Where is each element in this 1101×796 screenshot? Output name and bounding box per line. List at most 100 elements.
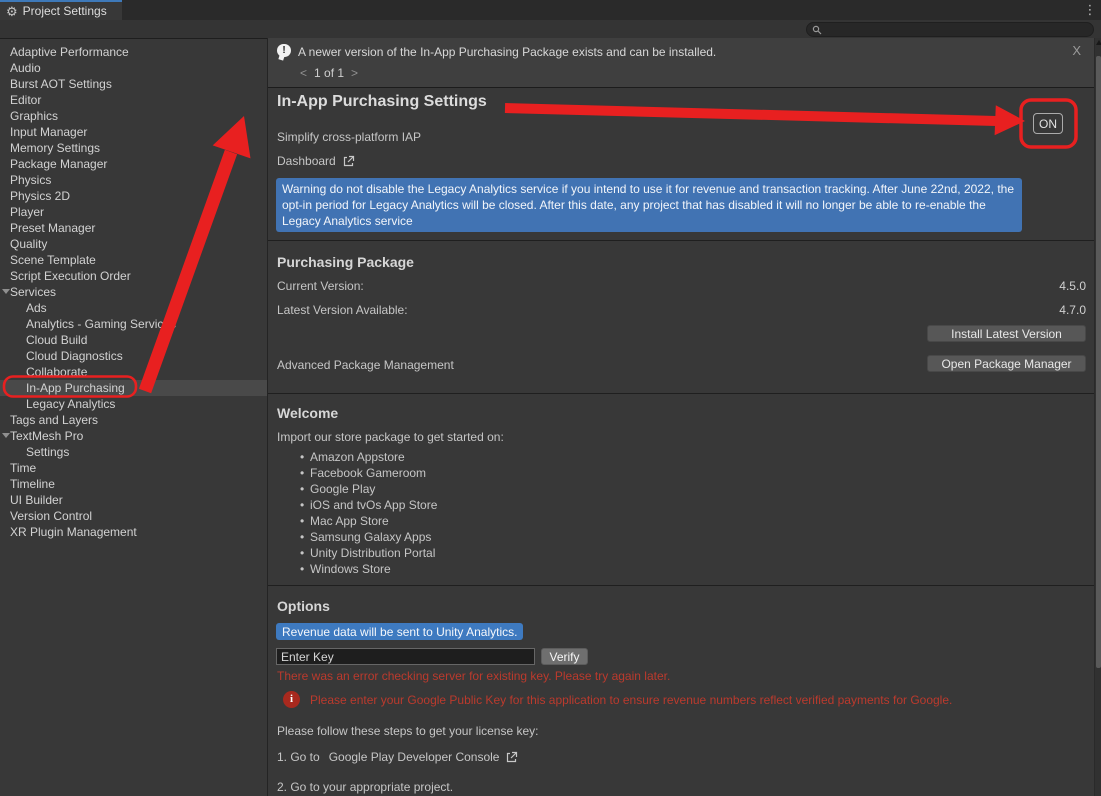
sidebar-item-graphics[interactable]: Graphics: [0, 108, 267, 124]
sidebar-item-xr-plugin-management[interactable]: XR Plugin Management: [0, 524, 267, 540]
foldout-expanded-icon[interactable]: [2, 289, 10, 294]
notification-alert-icon: !: [277, 44, 291, 57]
sidebar-item-legacy-analytics[interactable]: Legacy Analytics: [0, 396, 267, 412]
list-item: •Google Play: [300, 481, 437, 497]
sidebar-item-label: Collaborate: [0, 365, 87, 379]
list-item: •Facebook Gameroom: [300, 465, 437, 481]
bullet-icon: •: [300, 482, 310, 496]
external-link-icon: [342, 155, 355, 168]
google-key-input[interactable]: [276, 648, 535, 665]
store-name: Mac App Store: [310, 514, 389, 528]
list-item: •Amazon Appstore: [300, 449, 437, 465]
license-step-2: 2. Go to your appropriate project.: [277, 780, 453, 794]
sidebar-item-label: Script Execution Order: [0, 269, 131, 283]
sidebar-item-adaptive-performance[interactable]: Adaptive Performance: [0, 44, 267, 60]
foldout-expanded-icon[interactable]: [2, 433, 10, 438]
latest-version-value: 4.7.0: [1059, 303, 1086, 317]
gear-icon: ⚙: [6, 5, 18, 18]
notification-bar: ! A newer version of the In-App Purchasi…: [268, 38, 1094, 88]
sidebar-item-tags-and-layers[interactable]: Tags and Layers: [0, 412, 267, 428]
sidebar-item-player[interactable]: Player: [0, 204, 267, 220]
sidebar-item-label: Player: [0, 205, 44, 219]
sidebar-item-editor[interactable]: Editor: [0, 92, 267, 108]
sidebar-item-collaborate[interactable]: Collaborate: [0, 364, 267, 380]
scroll-up-icon[interactable]: [1096, 40, 1101, 45]
sidebar-item-package-manager[interactable]: Package Manager: [0, 156, 267, 172]
external-link-icon: [505, 751, 518, 764]
notification-pager: < 1 of 1 >: [300, 66, 358, 80]
sidebar-item-label: Physics: [0, 173, 51, 187]
sidebar-item-scene-template[interactable]: Scene Template: [0, 252, 267, 268]
section-title-welcome: Welcome: [277, 405, 338, 421]
vertical-scrollbar[interactable]: [1094, 38, 1101, 796]
tab-project-settings[interactable]: ⚙ Project Settings: [0, 0, 122, 20]
section-title-purchasing-package: Purchasing Package: [277, 254, 414, 270]
sidebar-item-label: Adaptive Performance: [0, 45, 129, 59]
sidebar-item-version-control[interactable]: Version Control: [0, 508, 267, 524]
sidebar-item-quality[interactable]: Quality: [0, 236, 267, 252]
dashboard-link[interactable]: Dashboard: [277, 154, 355, 168]
sidebar-item-label: Time: [0, 461, 36, 475]
sidebar-item-label: Preset Manager: [0, 221, 95, 235]
kebab-menu-icon[interactable]: ⋮: [1083, 2, 1097, 18]
sidebar-item-audio[interactable]: Audio: [0, 60, 267, 76]
store-name: Samsung Galaxy Apps: [310, 530, 431, 544]
sidebar-item-ads[interactable]: Ads: [0, 300, 267, 316]
sidebar-item-label: Tags and Layers: [0, 413, 98, 427]
bullet-icon: •: [300, 546, 310, 560]
sidebar-item-label: Editor: [0, 93, 41, 107]
sidebar-item-in-app-purchasing[interactable]: In-App Purchasing: [0, 380, 267, 396]
iap-enable-toggle[interactable]: ON: [1033, 113, 1063, 134]
sidebar-item-analytics-gaming-services[interactable]: Analytics - Gaming Services: [0, 316, 267, 332]
sidebar-item-label: Legacy Analytics: [0, 397, 115, 411]
bullet-icon: •: [300, 450, 310, 464]
open-package-manager-button[interactable]: Open Package Manager: [927, 355, 1086, 372]
sidebar-item-label: Analytics - Gaming Services: [0, 317, 176, 331]
sidebar-item-preset-manager[interactable]: Preset Manager: [0, 220, 267, 236]
bullet-icon: •: [300, 530, 310, 544]
bullet-icon: •: [300, 466, 310, 480]
list-item: •Windows Store: [300, 561, 437, 577]
sidebar-item-label: Quality: [0, 237, 47, 251]
sidebar-item-burst-aot-settings[interactable]: Burst AOT Settings: [0, 76, 267, 92]
sidebar-item-label: Version Control: [0, 509, 92, 523]
search-input[interactable]: [822, 24, 1082, 36]
pager-next-button[interactable]: >: [351, 66, 358, 80]
page-title: In-App Purchasing Settings: [277, 93, 487, 111]
install-latest-version-button[interactable]: Install Latest Version: [927, 325, 1086, 342]
sidebar-item-script-execution-order[interactable]: Script Execution Order: [0, 268, 267, 284]
sidebar-item-services[interactable]: Services: [0, 284, 267, 300]
close-icon[interactable]: X: [1072, 43, 1081, 58]
latest-version-label: Latest Version Available:: [277, 303, 408, 317]
sidebar-item-label: UI Builder: [0, 493, 63, 507]
sidebar-item-cloud-build[interactable]: Cloud Build: [0, 332, 267, 348]
sidebar-item-timeline[interactable]: Timeline: [0, 476, 267, 492]
scrollbar-thumb[interactable]: [1096, 56, 1101, 668]
sidebar-item-memory-settings[interactable]: Memory Settings: [0, 140, 267, 156]
sidebar-item-label: Audio: [0, 61, 41, 75]
google-play-console-link[interactable]: Google Play Developer Console: [329, 750, 500, 764]
sidebar-item-label: Timeline: [0, 477, 55, 491]
sidebar-item-label: Cloud Diagnostics: [0, 349, 123, 363]
sidebar-item-cloud-diagnostics[interactable]: Cloud Diagnostics: [0, 348, 267, 364]
sidebar-item-physics-2d[interactable]: Physics 2D: [0, 188, 267, 204]
bullet-icon: •: [300, 562, 310, 576]
sidebar-item-label: Settings: [0, 445, 69, 459]
search-box[interactable]: [806, 22, 1094, 37]
sidebar-item-physics[interactable]: Physics: [0, 172, 267, 188]
sidebar-item-textmesh-pro[interactable]: TextMesh Pro: [0, 428, 267, 444]
dashboard-link-label: Dashboard: [277, 154, 336, 168]
sidebar-item-ui-builder[interactable]: UI Builder: [0, 492, 267, 508]
bullet-icon: •: [300, 514, 310, 528]
sidebar-item-input-manager[interactable]: Input Manager: [0, 124, 267, 140]
store-name: Google Play: [310, 482, 375, 496]
pager-prev-button[interactable]: <: [300, 66, 307, 80]
sidebar-item-time[interactable]: Time: [0, 460, 267, 476]
sidebar-item-textmesh-settings[interactable]: Settings: [0, 444, 267, 460]
list-item: •Unity Distribution Portal: [300, 545, 437, 561]
sidebar-item-label: Package Manager: [0, 157, 107, 171]
store-name: Unity Distribution Portal: [310, 546, 435, 560]
verify-button[interactable]: Verify: [541, 648, 588, 665]
google-key-warning-text: Please enter your Google Public Key for …: [310, 693, 1070, 707]
advanced-package-management-label: Advanced Package Management: [277, 358, 454, 372]
